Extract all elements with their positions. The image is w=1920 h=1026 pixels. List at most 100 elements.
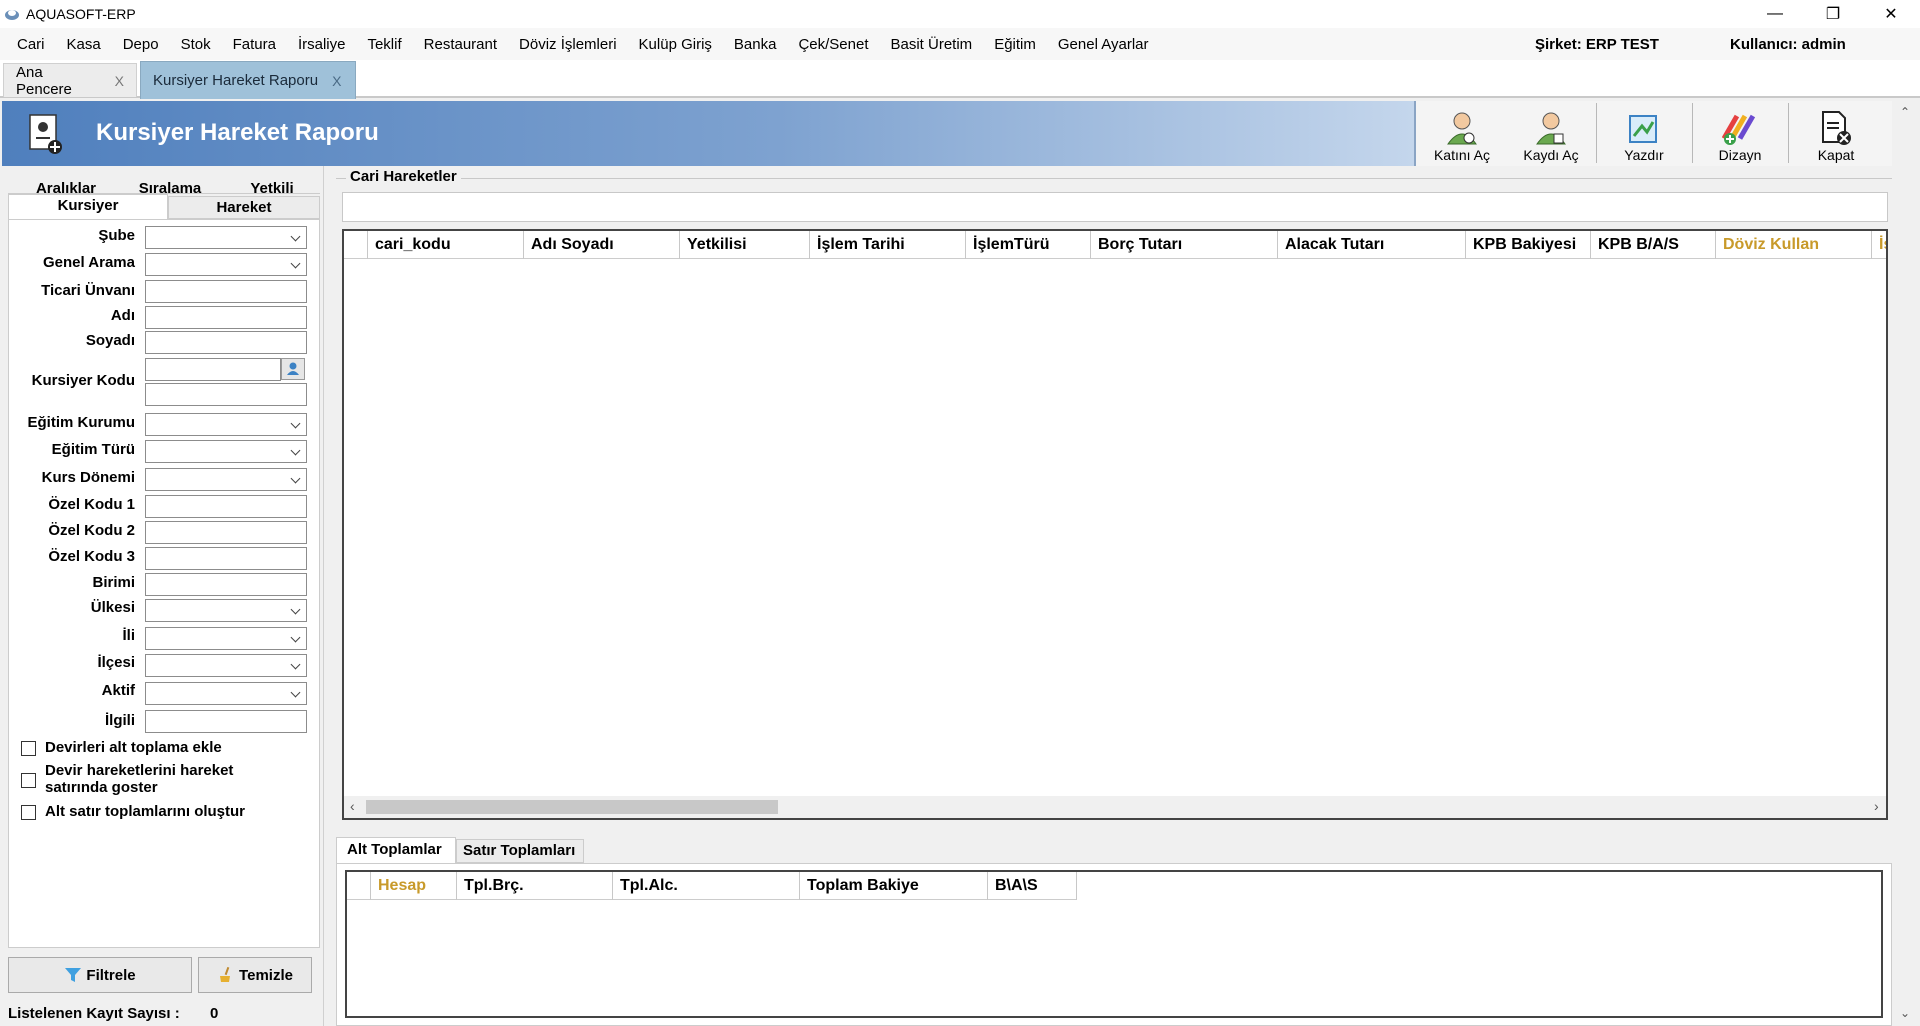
menu-item-kasa[interactable]: Kasa (56, 36, 112, 53)
label-ticari-unvani: Ticari Ünvanı (41, 282, 135, 299)
company-label: Şirket: ERP TEST (1535, 36, 1659, 53)
label-ilgili: İlgili (105, 712, 135, 729)
katini-ac-button[interactable]: Katını Aç (1418, 101, 1506, 166)
menu-item-teklif[interactable]: Teklif (356, 36, 412, 53)
menu-item-stok[interactable]: Stok (170, 36, 222, 53)
menu-item-cek-senet[interactable]: Çek/Senet (787, 36, 879, 53)
menu-item-irsaliye[interactable]: İrsaliye (287, 36, 357, 53)
user-open-icon (1447, 112, 1477, 145)
scroll-thumb[interactable] (366, 800, 778, 814)
tab-hareket[interactable]: Hareket (168, 196, 320, 219)
ilgili-input[interactable] (145, 710, 307, 733)
ticari-unvani-input[interactable] (145, 280, 307, 303)
menu-item-depo[interactable]: Depo (112, 36, 170, 53)
col-yetkilisi[interactable]: Yetkilisi (680, 231, 810, 259)
app-logo-icon (5, 10, 19, 20)
birimi-input[interactable] (145, 573, 307, 596)
tab-kursiyer[interactable]: Kursiyer (8, 194, 168, 219)
scroll-down-icon[interactable]: ⌄ (1900, 1006, 1910, 1020)
ozel-kodu-2-input[interactable] (145, 521, 307, 544)
egitim-kurumu-select[interactable] (145, 413, 307, 436)
menu-item-egitim[interactable]: Eğitim (983, 36, 1047, 53)
close-window-button[interactable]: ✕ (1862, 0, 1920, 28)
page-title: Kursiyer Hareket Raporu (96, 119, 379, 146)
horizontal-scrollbar[interactable]: ‹ › (344, 796, 1886, 818)
user-record-icon (1536, 112, 1566, 145)
menu-item-kulup-giris[interactable]: Kulüp Giriş (628, 36, 723, 53)
col-bas[interactable]: B\A\S (988, 872, 1077, 900)
menu-item-genel-ayarlar[interactable]: Genel Ayarlar (1047, 36, 1160, 53)
filter-icon (65, 968, 82, 982)
toolbar-separator (1788, 103, 1789, 163)
col-tpl-brc[interactable]: Tpl.Brç. (457, 872, 613, 900)
label-ulkesi: Ülkesi (90, 599, 135, 616)
tab-alt-toplamlar[interactable]: Alt Toplamlar (336, 837, 456, 863)
grid-filter-bar[interactable] (342, 192, 1888, 222)
label-genel-arama: Genel Arama (43, 254, 135, 271)
col-islem-turu[interactable]: İşlemTürü (966, 231, 1091, 259)
col-borc-tutari[interactable]: Borç Tutarı (1091, 231, 1278, 259)
label-ozel-kodu-2: Özel Kodu 2 (48, 522, 135, 539)
minimize-button[interactable]: — (1746, 0, 1804, 28)
yazdir-button[interactable]: Yazdır (1599, 101, 1689, 166)
filtrele-button[interactable]: Filtrele (8, 957, 192, 993)
alt-satir-toplamlari-checkbox[interactable] (21, 805, 36, 820)
ozel-kodu-3-input[interactable] (145, 547, 307, 570)
col-is[interactable]: İş (1872, 231, 1886, 259)
kursiyer-lookup-button[interactable] (281, 358, 305, 380)
restore-button[interactable]: ❐ (1804, 0, 1862, 28)
devir-hareketleri-checkbox[interactable] (21, 773, 36, 788)
label-adi: Adı (110, 307, 135, 324)
ozel-kodu-1-input[interactable] (145, 495, 307, 518)
kursiyer-kodu-input[interactable] (145, 358, 281, 381)
ilcesi-select[interactable] (145, 654, 307, 677)
totals-grid-header: Hesap Tpl.Brç. Tpl.Alc. Toplam Bakiye B\… (347, 872, 1077, 900)
devirleri-alt-toplama-checkbox[interactable] (21, 741, 36, 756)
tab-kursiyer-hareket-raporu[interactable]: Kursiyer Hareket Raporu X (140, 61, 356, 99)
scroll-up-icon[interactable]: ⌃ (1900, 105, 1910, 119)
soyadi-input[interactable] (145, 331, 307, 354)
egitim-turu-select[interactable] (145, 440, 307, 463)
tab-ana-pencere[interactable]: Ana Pencere X (3, 63, 137, 98)
col-doviz-kullan[interactable]: Döviz Kullan (1716, 231, 1872, 259)
tab-close-icon[interactable]: X (115, 73, 124, 89)
menu-item-cari[interactable]: Cari (0, 36, 56, 53)
menu-item-restaurant[interactable]: Restaurant (413, 36, 508, 53)
record-count-value: 0 (210, 1005, 219, 1022)
dizayn-button[interactable]: Dizayn (1695, 101, 1785, 166)
ili-select[interactable] (145, 627, 307, 650)
ulkesi-select[interactable] (145, 599, 307, 622)
col-kpb-bakiyesi[interactable]: KPB Bakiyesi (1466, 231, 1591, 259)
kurs-donemi-select[interactable] (145, 468, 307, 491)
tab-close-icon[interactable]: X (332, 73, 341, 89)
vertical-scrollbar[interactable]: ⌃ ⌄ (1894, 101, 1920, 1026)
hareket-grid[interactable]: cari_kodu Adı Soyadı Yetkilisi İşlem Tar… (342, 229, 1888, 820)
menu-item-basit-uretim[interactable]: Basit Üretim (880, 36, 984, 53)
group-title: Cari Hareketler (346, 168, 461, 185)
scroll-left-icon[interactable]: ‹ (350, 798, 355, 814)
scroll-right-icon[interactable]: › (1874, 798, 1879, 814)
sube-select[interactable] (145, 226, 307, 249)
col-toplam-bakiye[interactable]: Toplam Bakiye (800, 872, 988, 900)
col-kpb-bas[interactable]: KPB B/A/S (1591, 231, 1716, 259)
col-tpl-alc[interactable]: Tpl.Alc. (613, 872, 800, 900)
menu-item-fatura[interactable]: Fatura (222, 36, 287, 53)
totals-grid[interactable]: Hesap Tpl.Brç. Tpl.Alc. Toplam Bakiye B\… (345, 870, 1883, 1018)
col-adi-soyadi[interactable]: Adı Soyadı (524, 231, 680, 259)
kaydi-ac-button[interactable]: Kaydı Aç (1508, 101, 1594, 166)
tab-satir-toplamlari[interactable]: Satır Toplamları (456, 839, 584, 863)
col-hesap[interactable]: Hesap (371, 872, 457, 900)
col-cari-kodu[interactable]: cari_kodu (368, 231, 524, 259)
col-islem-tarihi[interactable]: İşlem Tarihi (810, 231, 966, 259)
menu-item-banka[interactable]: Banka (723, 36, 788, 53)
adi-input[interactable] (145, 306, 307, 329)
temizle-button[interactable]: Temizle (198, 957, 312, 993)
app-title: AQUASOFT-ERP (26, 6, 136, 22)
toolbar-separator (1596, 103, 1597, 163)
filtrele-label: Filtrele (86, 966, 136, 984)
col-alacak-tutari[interactable]: Alacak Tutarı (1278, 231, 1466, 259)
aktif-select[interactable] (145, 682, 307, 705)
kapat-button[interactable]: Kapat (1791, 101, 1881, 166)
genel-arama-select[interactable] (145, 253, 307, 276)
menu-item-doviz[interactable]: Döviz İşlemleri (508, 36, 628, 53)
